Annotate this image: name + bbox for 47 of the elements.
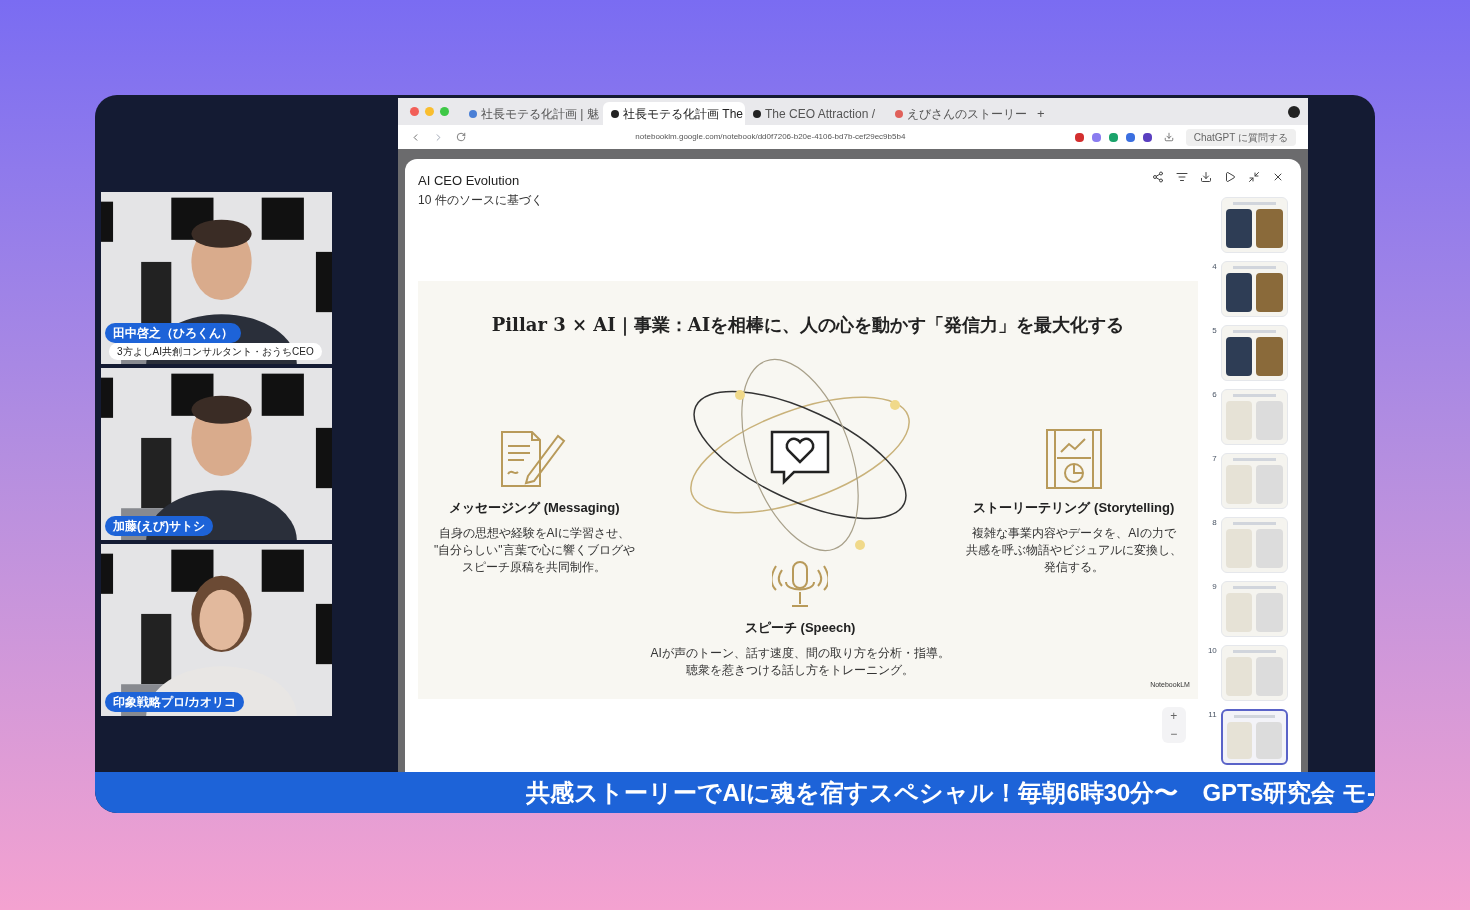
slide-number: 4 [1211, 260, 1217, 273]
zoom-in-button[interactable]: + [1170, 706, 1178, 725]
pillar-heading: メッセージング (Messaging) [449, 498, 620, 517]
slide-number: 6 [1211, 388, 1217, 401]
pillar-description: 聴衆を惹きつける話し方をトレーニング。 [686, 662, 915, 679]
slide-number: 11 [1207, 708, 1217, 721]
pillar-description: 共感を呼ぶ物語やビジュアルに変換し、 [965, 542, 1182, 559]
edit-list-icon[interactable] [1176, 171, 1188, 183]
slide-thumbnail[interactable] [1220, 708, 1288, 765]
pillar-description: AIが声のトーン、話す速度、間の取り方を分析・指導。 [650, 645, 950, 662]
pillar-description: "自分らしい"言葉で心に響くブログや [434, 542, 635, 559]
url-field[interactable]: notebooklm.google.com/notebook/dd0f7206-b20e-4106-bd7b-cef29ec9b5b4 [478, 131, 1063, 143]
pillar-description: 複雑な事業内容やデータを、AIの力で [972, 525, 1176, 542]
slide-number: 8 [1211, 516, 1217, 529]
microphone-icon [772, 559, 829, 610]
slide-number: 9 [1211, 580, 1217, 593]
slide-number: 7 [1211, 452, 1217, 465]
close-icon[interactable] [1272, 171, 1284, 183]
participant-name: 印象戦略プロ/カオリコ [105, 692, 245, 712]
slide-number: 5 [1211, 324, 1217, 337]
participant-name: 加藤(えび)サトシ [105, 516, 213, 536]
pillar-heading: ストーリーテリング (Storytelling) [973, 498, 1175, 517]
collapse-icon[interactable] [1248, 171, 1260, 183]
pillar-heading: スピーチ (Speech) [744, 618, 856, 637]
slide-title: Pillar 3 × AI｜事業：AIを相棒に、人の心を動かす「発信力」を最大化する [491, 312, 1125, 338]
browser-tab[interactable]: 社長モテる化計画 | 魅 [461, 102, 603, 125]
pillar-description: スピーチ原稿を共同制作。 [462, 559, 607, 576]
slide-number: 10 [1206, 644, 1217, 657]
play-icon[interactable] [1224, 171, 1236, 183]
browser-tab[interactable]: えびさんのストーリー [887, 102, 1029, 125]
ticker-text: 共感ストーリーでAIに魂を宿すスペシャル！毎朝6時30分〜 GPTs研究会 モ- [526, 777, 1375, 808]
browser-tab[interactable]: 社長モテる化計画 The [603, 102, 745, 125]
browser-tab[interactable]: The CEO Attraction / [745, 102, 887, 125]
notebook-subtitle: 10 件のソースに基づく [418, 191, 543, 209]
pillar-description: 発信する。 [1043, 559, 1104, 576]
profile-icon[interactable] [1288, 105, 1300, 118]
download-icon[interactable] [1200, 171, 1212, 183]
participant-role: 3方よしAI共創コンサルタント・おうちCEO [109, 343, 322, 360]
share-icon[interactable] [1152, 171, 1164, 183]
film-chart-icon [1044, 427, 1103, 490]
participant-name: 田中啓之（ひろくん） [105, 323, 241, 343]
pillar-description: 自身の思想や経験をAIに学習させ、 [438, 525, 630, 542]
notebook-title: AI CEO Evolution [418, 172, 521, 190]
reload-icon[interactable] [456, 132, 466, 142]
chatgpt-button[interactable]: ChatGPT に質問する [1185, 128, 1296, 146]
new-tab-button[interactable]: + [1029, 102, 1053, 125]
zoom-out-button[interactable]: − [1170, 724, 1178, 743]
